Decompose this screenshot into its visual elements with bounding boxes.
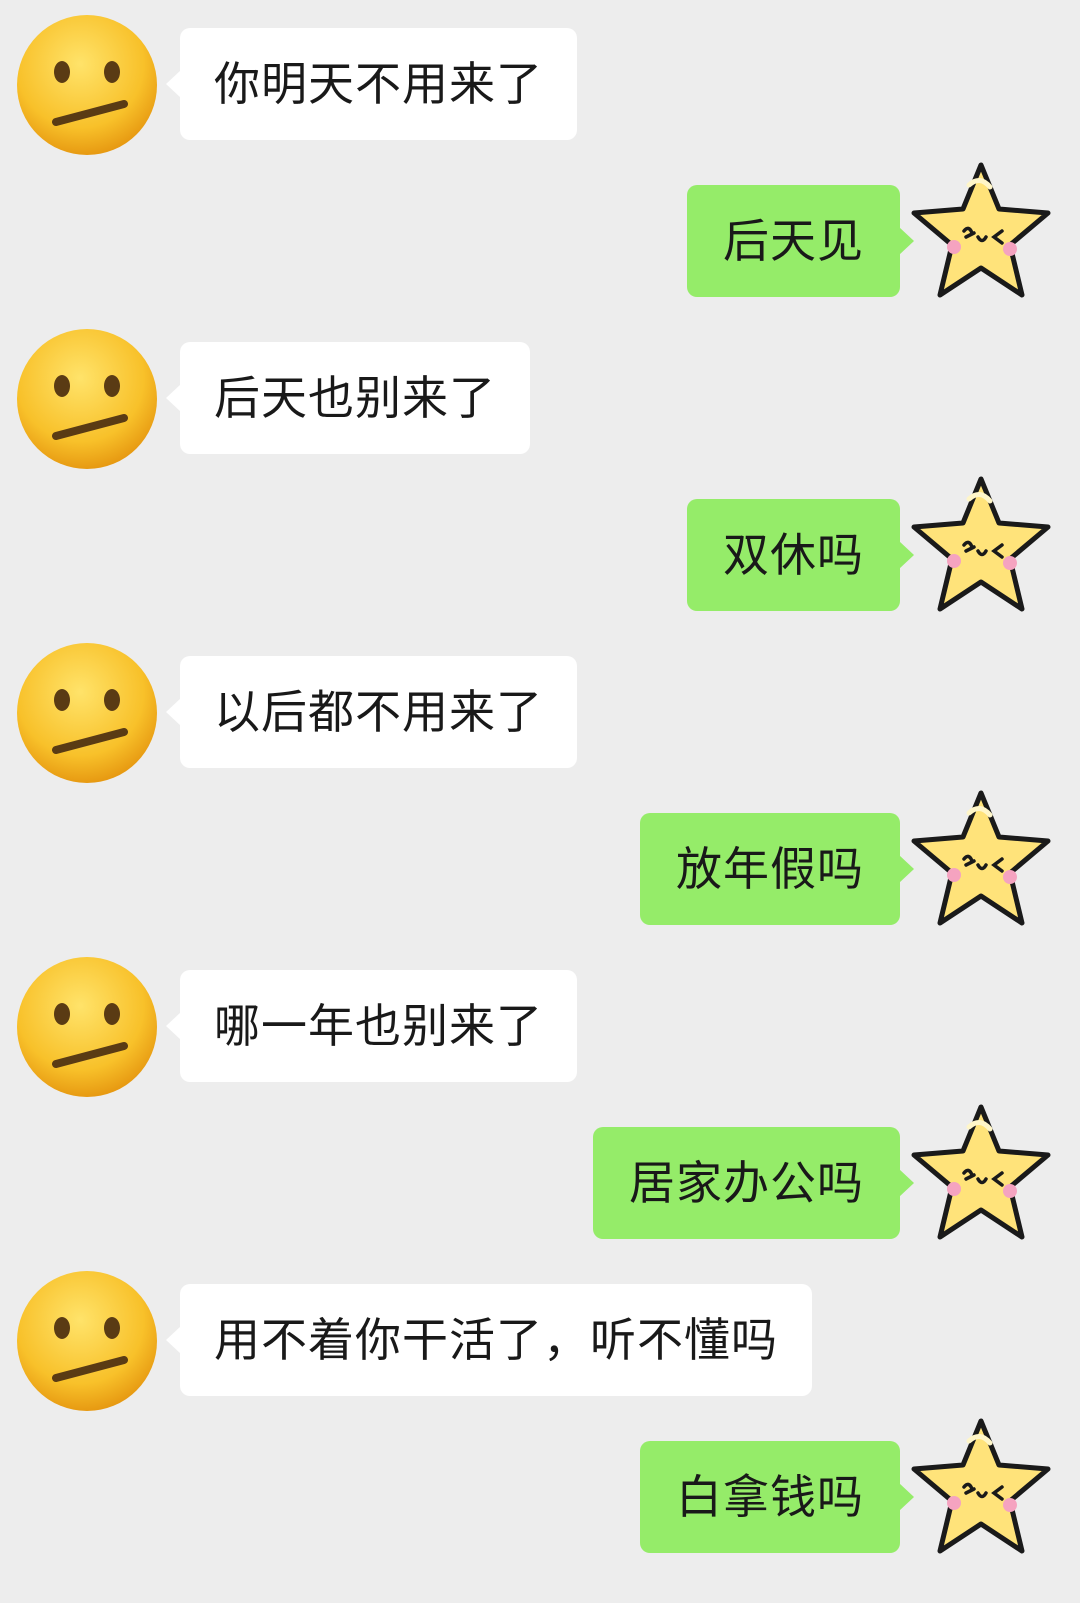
cute-star-icon[interactable] xyxy=(906,471,1056,621)
neutral-face-emoji-icon[interactable] xyxy=(12,10,162,160)
outgoing-message-bubble[interactable]: 白拿钱吗 xyxy=(640,1441,914,1553)
cute-star-icon[interactable] xyxy=(906,1413,1056,1563)
message-row: 后天见 xyxy=(0,157,1080,317)
cute-star-icon[interactable] xyxy=(906,1099,1056,1249)
message-row: 放年假吗 xyxy=(0,785,1080,945)
incoming-message-bubble[interactable]: 后天也别来了 xyxy=(166,342,530,454)
incoming-message-bubble[interactable]: 以后都不用来了 xyxy=(166,656,577,768)
message-row: 居家办公吗 xyxy=(0,1099,1080,1259)
message-row: 双休吗 xyxy=(0,471,1080,631)
message-row: 后天也别来了 xyxy=(0,314,1080,474)
cute-star-icon[interactable] xyxy=(906,157,1056,307)
neutral-face-emoji-icon[interactable] xyxy=(12,952,162,1102)
chat-message-list[interactable]: 你明天不用来了 后天见 后天也别来了 双休吗 以后都不用来了 放年假吗 哪一年也… xyxy=(0,0,1080,1603)
neutral-face-emoji-icon[interactable] xyxy=(12,638,162,788)
message-row: 你明天不用来了 xyxy=(0,0,1080,160)
neutral-face-emoji-icon[interactable] xyxy=(12,1266,162,1416)
incoming-message-bubble[interactable]: 你明天不用来了 xyxy=(166,28,577,140)
incoming-message-bubble[interactable]: 用不着你干活了，听不懂吗 xyxy=(166,1284,812,1396)
message-row: 用不着你干活了，听不懂吗 xyxy=(0,1256,1080,1416)
message-row: 哪一年也别来了 xyxy=(0,942,1080,1102)
outgoing-message-bubble[interactable]: 后天见 xyxy=(687,185,914,297)
incoming-message-bubble[interactable]: 哪一年也别来了 xyxy=(166,970,577,1082)
outgoing-message-bubble[interactable]: 放年假吗 xyxy=(640,813,914,925)
outgoing-message-bubble[interactable]: 居家办公吗 xyxy=(593,1127,914,1239)
neutral-face-emoji-icon[interactable] xyxy=(12,324,162,474)
message-row: 以后都不用来了 xyxy=(0,628,1080,788)
cute-star-icon[interactable] xyxy=(906,785,1056,935)
outgoing-message-bubble[interactable]: 双休吗 xyxy=(687,499,914,611)
message-row: 白拿钱吗 xyxy=(0,1413,1080,1573)
